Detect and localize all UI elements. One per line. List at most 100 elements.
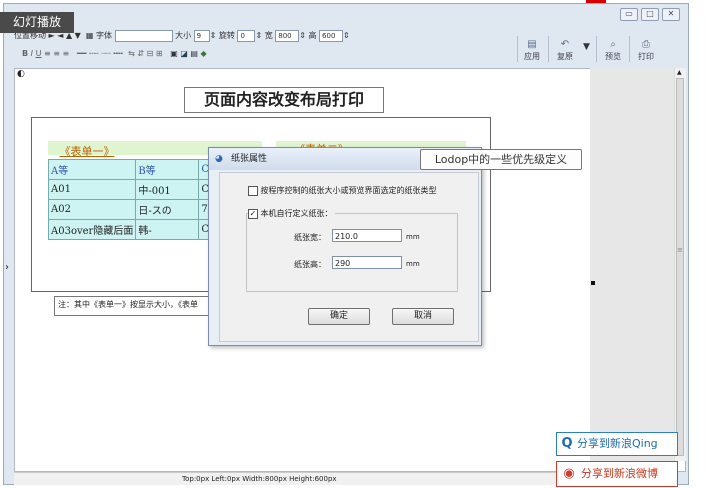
grid-icon[interactable]: ▦ xyxy=(86,31,94,40)
line-dashdot-icon[interactable]: ╍╍ xyxy=(113,49,123,58)
table-row: A03over隐藏后面 韩- C xyxy=(47,219,212,240)
scroll-thumb[interactable] xyxy=(676,78,684,456)
data-table[interactable]: A等 B等 C A01 中-001 C A02 日-スの 7 A03over隐藏… xyxy=(47,159,212,240)
printer-icon: ⎙ xyxy=(642,39,650,50)
image-icon[interactable]: ▣ xyxy=(170,49,178,58)
table-row: A02 日-スの 7 xyxy=(47,199,212,220)
move-down-arrow-icon[interactable]: ▼ xyxy=(75,31,81,40)
maximize-button[interactable]: □ xyxy=(641,8,659,21)
option-program-paper-checkbox[interactable] xyxy=(248,185,258,196)
page-title[interactable]: 页面内容改变布局打印 xyxy=(184,87,384,113)
chart-icon[interactable]: ◪ xyxy=(180,49,188,58)
table-header-row: A等 B等 C xyxy=(47,159,212,180)
table-cell: 韩- xyxy=(135,219,200,240)
paper-properties-dialog: ◕ 纸张属性 按程序控制的纸张大小或预览界面选定的纸张类型 ✓ 本机自行定义纸张… xyxy=(208,147,482,346)
size-label: 大小 xyxy=(175,31,192,40)
undo-icon: ↶ xyxy=(560,39,570,50)
qing-logo-icon: Q xyxy=(561,436,573,451)
print-button[interactable]: ⎙ 打印 xyxy=(633,38,659,64)
table-cell: 日-スの xyxy=(135,199,200,220)
preview-label: 预览 xyxy=(605,52,621,61)
option-custom-paper[interactable]: ✓ 本机自行定义纸张： xyxy=(248,208,335,219)
width-spin-icon[interactable]: ⇕ xyxy=(299,31,306,40)
minimize-button[interactable]: ▭ xyxy=(620,8,638,21)
preview-button[interactable]: ⌕ 预览 xyxy=(601,38,625,64)
line-dot-icon[interactable]: ┈┈ xyxy=(101,49,111,58)
paper-height-unit: mm xyxy=(406,260,420,268)
dialog-app-icon: ◕ xyxy=(215,154,223,164)
canvas-outside-area xyxy=(590,68,674,461)
option-program-paper[interactable]: 按程序控制的纸张大小或预览界面选定的纸张类型 xyxy=(248,185,437,196)
canvas-corner-icon: ◐ xyxy=(17,69,25,79)
share-weibo-button[interactable]: ◉ 分享到新浪微博 xyxy=(556,461,678,487)
width-label: 宽 xyxy=(264,31,273,40)
option-custom-paper-label: 本机自行定义纸张： xyxy=(260,209,333,218)
weibo-logo-icon: ◉ xyxy=(563,466,575,481)
rotate-spin-icon[interactable]: ⇕ xyxy=(255,31,262,40)
width-input[interactable]: 800 xyxy=(275,29,300,42)
restore-button[interactable]: ↶ 复原 xyxy=(553,38,577,64)
cancel-button[interactable]: 取消 xyxy=(392,308,454,325)
dialog-title: 纸张属性 xyxy=(231,154,268,164)
table-row: A01 中-001 C xyxy=(47,179,212,200)
close-button[interactable]: ✕ xyxy=(662,8,680,21)
align-right-icon[interactable]: ≡ xyxy=(62,49,69,58)
align-left-icon[interactable]: ≡ xyxy=(44,49,51,58)
line-solid-icon[interactable]: ━━ xyxy=(77,49,87,58)
ok-button[interactable]: 确定 xyxy=(308,308,370,325)
print-label: 打印 xyxy=(638,52,654,61)
underline-icon[interactable]: U xyxy=(36,49,42,58)
note-text-box[interactable]: 注：其中《表单一》按显示大小，《表单 xyxy=(54,296,234,316)
tooltip: Lodop中的一些优先级定义 xyxy=(420,149,582,170)
bold-icon[interactable]: B xyxy=(22,49,28,58)
save-icon: ▤ xyxy=(527,39,537,50)
slideshow-label[interactable]: 幻灯播放 xyxy=(0,12,74,33)
share-qing-button[interactable]: Q 分享到新浪Qing xyxy=(556,432,678,456)
paper-width-label: 纸张宽： xyxy=(294,233,326,242)
vertical-scrollbar[interactable]: ▲ ≡ xyxy=(674,68,686,461)
italic-icon[interactable]: I xyxy=(31,49,33,58)
page-break-icon[interactable]: ⊞ xyxy=(156,49,163,58)
resize-handle[interactable] xyxy=(591,281,595,285)
scroll-up-icon[interactable]: ▲ xyxy=(677,69,682,76)
paper-height-label: 纸张高： xyxy=(294,260,326,269)
toolbar-separator xyxy=(548,36,549,62)
table-header-cell: B等 xyxy=(135,159,200,180)
option-program-paper-label: 按程序控制的纸张大小或预览界面选定的纸张类型 xyxy=(260,186,437,195)
line-dash-icon[interactable]: ╌╌ xyxy=(89,49,99,58)
table1-title: 《表单一》 xyxy=(59,145,115,158)
option-custom-paper-checkbox[interactable]: ✓ xyxy=(248,208,258,219)
toolbar-separator xyxy=(596,36,597,62)
restore-dropdown-icon[interactable]: ▼ xyxy=(583,42,590,52)
paper-width-input[interactable]: 210.0 xyxy=(332,229,402,242)
dialog-body: 按程序控制的纸张大小或预览界面选定的纸张类型 ✓ 本机自行定义纸张： 纸张宽： … xyxy=(219,172,479,342)
barcode-icon[interactable]: ▤ xyxy=(190,49,198,58)
font-select[interactable] xyxy=(114,29,173,42)
share-qing-label: 分享到新浪Qing xyxy=(577,437,658,450)
share-weibo-label: 分享到新浪微博 xyxy=(581,467,658,480)
height-label: 高 xyxy=(308,31,317,40)
custom-paper-group xyxy=(246,213,458,292)
font-label: 字体 xyxy=(96,31,113,40)
table-cell: A02 xyxy=(47,199,137,220)
status-coordinates: Top:0px Left:0px Width:800px Height:600p… xyxy=(182,475,337,483)
vertical-text-icon[interactable]: ⇵ xyxy=(137,49,144,58)
toolbar-separator xyxy=(517,36,518,62)
toolbar-separator xyxy=(629,36,630,62)
height-input[interactable]: 600 xyxy=(319,29,344,42)
height-spin-icon[interactable]: ⇕ xyxy=(343,31,350,40)
side-expand-icon[interactable]: › xyxy=(5,262,9,273)
table-cell: A03over隐藏后面 xyxy=(47,219,137,240)
text-style-icon[interactable]: ⇆ xyxy=(128,49,135,58)
merge-icon[interactable]: ⊟ xyxy=(147,49,154,58)
table-header-cell: A等 xyxy=(47,159,137,180)
apply-button[interactable]: ▤ 应用 xyxy=(521,38,543,64)
size-input[interactable]: 9 xyxy=(193,29,210,42)
table-cell: A01 xyxy=(47,179,137,200)
fill-color-icon[interactable]: ◆ xyxy=(201,49,207,58)
align-center-icon[interactable]: ≡ xyxy=(53,49,60,58)
rotate-input[interactable]: 0 xyxy=(237,29,256,42)
size-spin-icon[interactable]: ⇕ xyxy=(210,31,217,40)
apply-label: 应用 xyxy=(524,52,540,61)
paper-height-input[interactable]: 290 xyxy=(332,256,402,269)
